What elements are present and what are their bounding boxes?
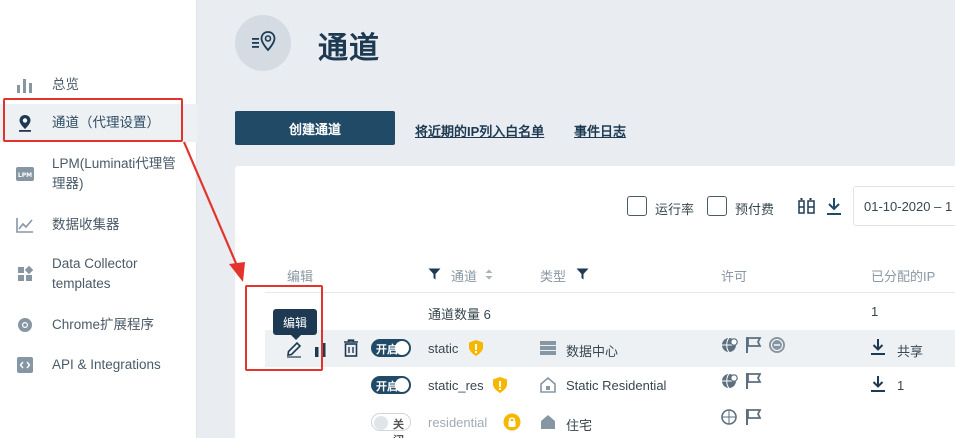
annotation-arrow [182,141,245,282]
